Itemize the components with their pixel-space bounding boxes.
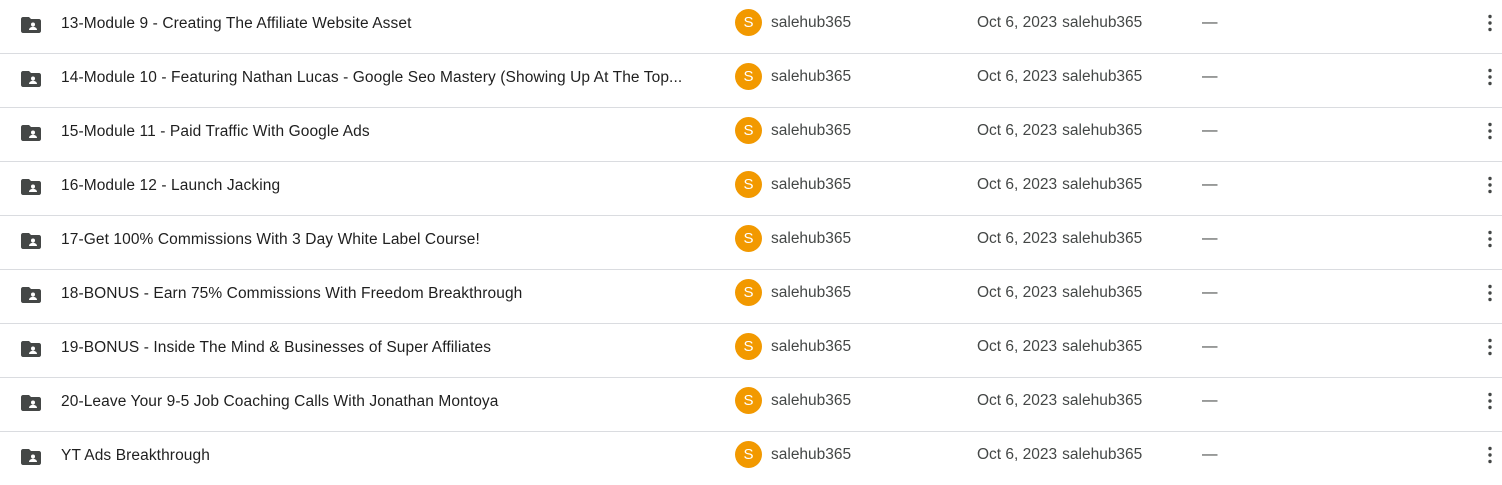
file-name[interactable]: 16-Module 12 - Launch Jacking [61,162,721,215]
shared-folder-icon [19,229,43,253]
file-row[interactable]: 20-Leave Your 9-5 Job Coaching Calls Wit… [0,378,1502,432]
shared-folder-icon [19,337,43,361]
file-row[interactable]: 14-Module 10 - Featuring Nathan Lucas - … [0,54,1502,108]
owner-avatar[interactable]: S [735,117,762,144]
file-size: — [1202,122,1218,139]
file-row[interactable]: 19-BONUS - Inside The Mind & Businesses … [0,324,1502,378]
modified-date: Oct 6, 2023 [977,122,1058,139]
owner-avatar[interactable]: S [735,333,762,360]
more-actions-icon[interactable] [1478,389,1502,413]
modified-by: salehub365 [1062,338,1143,355]
modified-date: Oct 6, 2023 [977,68,1058,85]
last-modified: Oct 6, 2023 salehub365 [977,108,1142,153]
shared-folder-icon [19,175,43,199]
owner-name: salehub365 [771,230,852,247]
owner-name: salehub365 [771,284,852,301]
last-modified: Oct 6, 2023 salehub365 [977,162,1142,207]
file-list: 13-Module 9 - Creating The Affiliate Web… [0,0,1502,469]
modified-by: salehub365 [1062,14,1143,31]
more-actions-icon[interactable] [1478,65,1502,89]
file-name[interactable]: 17-Get 100% Commissions With 3 Day White… [61,216,721,269]
more-actions-icon[interactable] [1478,335,1502,359]
owner-name: salehub365 [771,446,852,463]
file-size: — [1202,338,1218,355]
file-row[interactable]: 16-Module 12 - Launch Jacking S salehub3… [0,162,1502,216]
file-row[interactable]: 18-BONUS - Earn 75% Commissions With Fre… [0,270,1502,324]
owner-avatar[interactable]: S [735,279,762,306]
owner-name: salehub365 [771,392,852,409]
owner-avatar[interactable]: S [735,9,762,36]
last-modified: Oct 6, 2023 salehub365 [977,432,1142,477]
last-modified: Oct 6, 2023 salehub365 [977,0,1142,45]
file-row[interactable]: 13-Module 9 - Creating The Affiliate Web… [0,0,1502,54]
file-name[interactable]: 18-BONUS - Earn 75% Commissions With Fre… [61,270,721,323]
shared-folder-icon [19,13,43,37]
modified-by: salehub365 [1062,122,1143,139]
file-size: — [1202,392,1218,409]
owner-avatar[interactable]: S [735,441,762,468]
last-modified: Oct 6, 2023 salehub365 [977,270,1142,315]
modified-by: salehub365 [1062,392,1143,409]
file-row[interactable]: 15-Module 11 - Paid Traffic With Google … [0,108,1502,162]
more-actions-icon[interactable] [1478,227,1502,251]
modified-date: Oct 6, 2023 [977,14,1058,31]
file-size: — [1202,68,1218,85]
last-modified: Oct 6, 2023 salehub365 [977,216,1142,261]
more-actions-icon[interactable] [1478,173,1502,197]
owner-avatar[interactable]: S [735,63,762,90]
owner-avatar[interactable]: S [735,171,762,198]
last-modified: Oct 6, 2023 salehub365 [977,54,1142,99]
file-name[interactable]: YT Ads Breakthrough [61,432,721,485]
owner-name: salehub365 [771,122,852,139]
file-size: — [1202,446,1218,463]
modified-by: salehub365 [1062,176,1143,193]
modified-by: salehub365 [1062,68,1143,85]
file-name[interactable]: 20-Leave Your 9-5 Job Coaching Calls Wit… [61,378,721,431]
owner-avatar[interactable]: S [735,387,762,414]
shared-folder-icon [19,67,43,91]
file-size: — [1202,284,1218,301]
modified-date: Oct 6, 2023 [977,446,1058,463]
shared-folder-icon [19,391,43,415]
file-size: — [1202,230,1218,247]
file-name[interactable]: 14-Module 10 - Featuring Nathan Lucas - … [61,54,721,107]
shared-folder-icon [19,283,43,307]
file-name[interactable]: 15-Module 11 - Paid Traffic With Google … [61,108,721,161]
more-actions-icon[interactable] [1478,443,1502,467]
last-modified: Oct 6, 2023 salehub365 [977,378,1142,423]
modified-date: Oct 6, 2023 [977,284,1058,301]
modified-date: Oct 6, 2023 [977,338,1058,355]
shared-folder-icon [19,445,43,469]
modified-by: salehub365 [1062,230,1143,247]
shared-folder-icon [19,121,43,145]
more-actions-icon[interactable] [1478,281,1502,305]
file-row[interactable]: 17-Get 100% Commissions With 3 Day White… [0,216,1502,270]
file-size: — [1202,176,1218,193]
more-actions-icon[interactable] [1478,11,1502,35]
modified-date: Oct 6, 2023 [977,176,1058,193]
modified-by: salehub365 [1062,446,1143,463]
more-actions-icon[interactable] [1478,119,1502,143]
owner-avatar[interactable]: S [735,225,762,252]
file-size: — [1202,14,1218,31]
modified-date: Oct 6, 2023 [977,392,1058,409]
file-name[interactable]: 13-Module 9 - Creating The Affiliate Web… [61,0,721,53]
file-row[interactable]: YT Ads Breakthrough S salehub365 Oct 6, … [0,432,1502,485]
owner-name: salehub365 [771,176,852,193]
owner-name: salehub365 [771,68,852,85]
owner-name: salehub365 [771,338,852,355]
modified-by: salehub365 [1062,284,1143,301]
owner-name: salehub365 [771,14,852,31]
modified-date: Oct 6, 2023 [977,230,1058,247]
last-modified: Oct 6, 2023 salehub365 [977,324,1142,369]
file-name[interactable]: 19-BONUS - Inside The Mind & Businesses … [61,324,721,377]
